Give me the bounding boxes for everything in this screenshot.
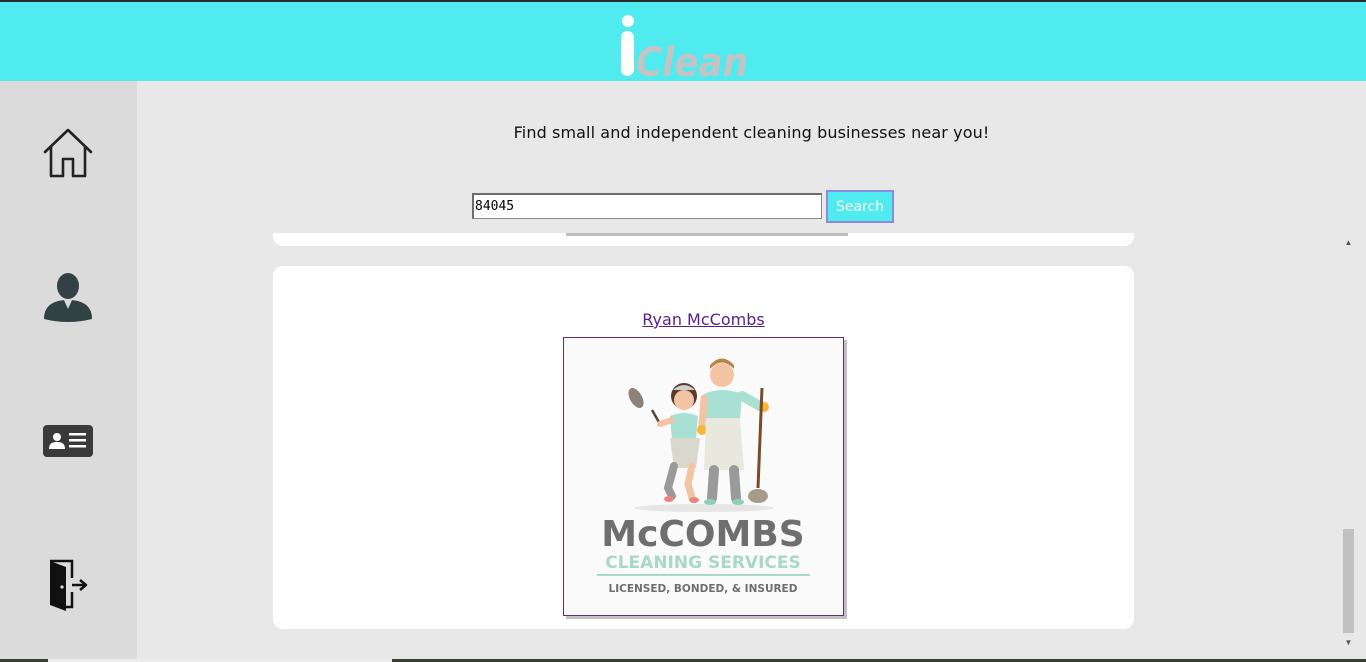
zip-search-input[interactable] bbox=[472, 193, 822, 219]
sidebar-item-home[interactable] bbox=[36, 120, 100, 184]
result-card: Ryan McCombs McCOMBS CLEANING SERVICES L… bbox=[273, 266, 1134, 629]
business-logo-image[interactable]: McCOMBS CLEANING SERVICES LICENSED, BOND… bbox=[563, 337, 844, 616]
sidebar-item-business-card[interactable] bbox=[36, 409, 100, 473]
header-bar: Clean iClean bbox=[0, 2, 1366, 81]
home-icon bbox=[43, 128, 93, 178]
business-name-link[interactable]: Ryan McCombs bbox=[273, 310, 1134, 329]
search-button[interactable]: Search bbox=[826, 190, 894, 223]
logout-door-icon bbox=[50, 559, 88, 611]
logo-tagline: LICENSED, BONDED, & INSURED bbox=[609, 583, 798, 595]
results-list: Ryan McCombs McCOMBS CLEANING SERVICES L… bbox=[273, 233, 1363, 651]
cleaning-couple-illustration: McCOMBS CLEANING SERVICES LICENSED, BOND… bbox=[564, 338, 843, 615]
main-content: Find small and independent cleaning busi… bbox=[137, 81, 1366, 659]
id-card-icon bbox=[43, 425, 93, 457]
app-window: Clean iClean bbox=[0, 0, 1366, 662]
scroll-down-arrow-icon[interactable]: ▼ bbox=[1340, 635, 1357, 649]
iclean-logo: Clean iClean bbox=[621, 15, 748, 80]
result-card bbox=[273, 233, 1134, 246]
scroll-up-arrow-icon[interactable]: ▲ bbox=[1340, 235, 1357, 249]
logo-subtitle: CLEANING SERVICES bbox=[605, 553, 801, 573]
sidebar-item-logout[interactable] bbox=[36, 553, 100, 617]
scrollbar-thumb[interactable] bbox=[1343, 529, 1354, 633]
tagline: Find small and independent cleaning busi… bbox=[513, 123, 990, 142]
sidebar bbox=[0, 81, 137, 659]
logo-title: McCOMBS bbox=[601, 514, 804, 555]
results-scrollbar[interactable]: ▲ ▼ bbox=[1340, 233, 1357, 651]
user-icon bbox=[44, 273, 92, 322]
svg-text:Clean: Clean bbox=[636, 40, 748, 80]
sidebar-item-profile[interactable] bbox=[36, 264, 100, 328]
